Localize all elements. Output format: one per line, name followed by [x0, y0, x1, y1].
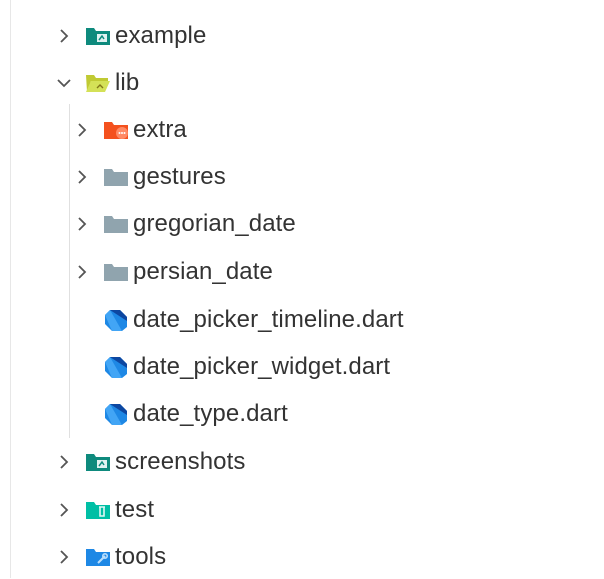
tree-item-label: test [115, 496, 155, 523]
tree-item-lib[interactable]: lib [55, 61, 139, 105]
chevron-right-icon[interactable] [55, 548, 73, 566]
tree-item-label: example [115, 22, 207, 49]
tree-item-date-type[interactable]: date_type.dart [73, 392, 288, 436]
dart-file-icon [103, 401, 133, 427]
folder-lib-open-icon [85, 70, 115, 96]
tree-item-label: date_picker_widget.dart [133, 353, 391, 380]
chevron-right-icon[interactable] [55, 27, 73, 45]
folder-tools-icon [85, 544, 115, 570]
tree-item-label: persian_date [133, 258, 273, 285]
tree-item-label: gestures [133, 163, 226, 190]
chevron-right-icon[interactable] [73, 215, 91, 233]
tree-item-tools[interactable]: tools [55, 535, 166, 579]
tree-item-label: screenshots [115, 448, 246, 475]
folder-extra-icon [103, 117, 133, 143]
file-explorer-tree: example lib extra gestures gregorian_dat… [10, 0, 604, 578]
folder-icon [103, 259, 133, 285]
tree-item-gregorian-date[interactable]: gregorian_date [73, 202, 296, 246]
chevron-right-icon[interactable] [73, 263, 91, 281]
tree-item-persian-date[interactable]: persian_date [73, 250, 273, 294]
dart-file-icon [103, 354, 133, 380]
folder-icon [103, 211, 133, 237]
indent-guide [69, 104, 70, 438]
tree-item-extra[interactable]: extra [73, 108, 187, 152]
tree-item-gestures[interactable]: gestures [73, 155, 226, 199]
tree-item-label: date_type.dart [133, 400, 288, 427]
chevron-down-icon[interactable] [55, 74, 73, 92]
tree-item-example[interactable]: example [55, 14, 206, 58]
folder-icon [103, 164, 133, 190]
dart-file-icon [103, 307, 133, 333]
tree-item-label: date_picker_timeline.dart [133, 306, 404, 333]
chevron-right-icon[interactable] [73, 121, 91, 139]
tree-item-label: gregorian_date [133, 210, 296, 237]
folder-example-icon [85, 23, 115, 49]
tree-item-date-picker-timeline[interactable]: date_picker_timeline.dart [73, 298, 404, 342]
folder-test-icon [85, 497, 115, 523]
tree-item-label: lib [115, 69, 140, 96]
tree-item-label: extra [133, 116, 187, 143]
tree-item-test[interactable]: test [55, 488, 154, 532]
folder-images-icon [85, 449, 115, 475]
chevron-right-icon[interactable] [73, 168, 91, 186]
chevron-right-icon[interactable] [55, 501, 73, 519]
tree-item-date-picker-widget[interactable]: date_picker_widget.dart [73, 345, 390, 389]
tree-item-label: tools [115, 543, 167, 570]
chevron-right-icon[interactable] [55, 453, 73, 471]
tree-item-screenshots[interactable]: screenshots [55, 440, 246, 484]
